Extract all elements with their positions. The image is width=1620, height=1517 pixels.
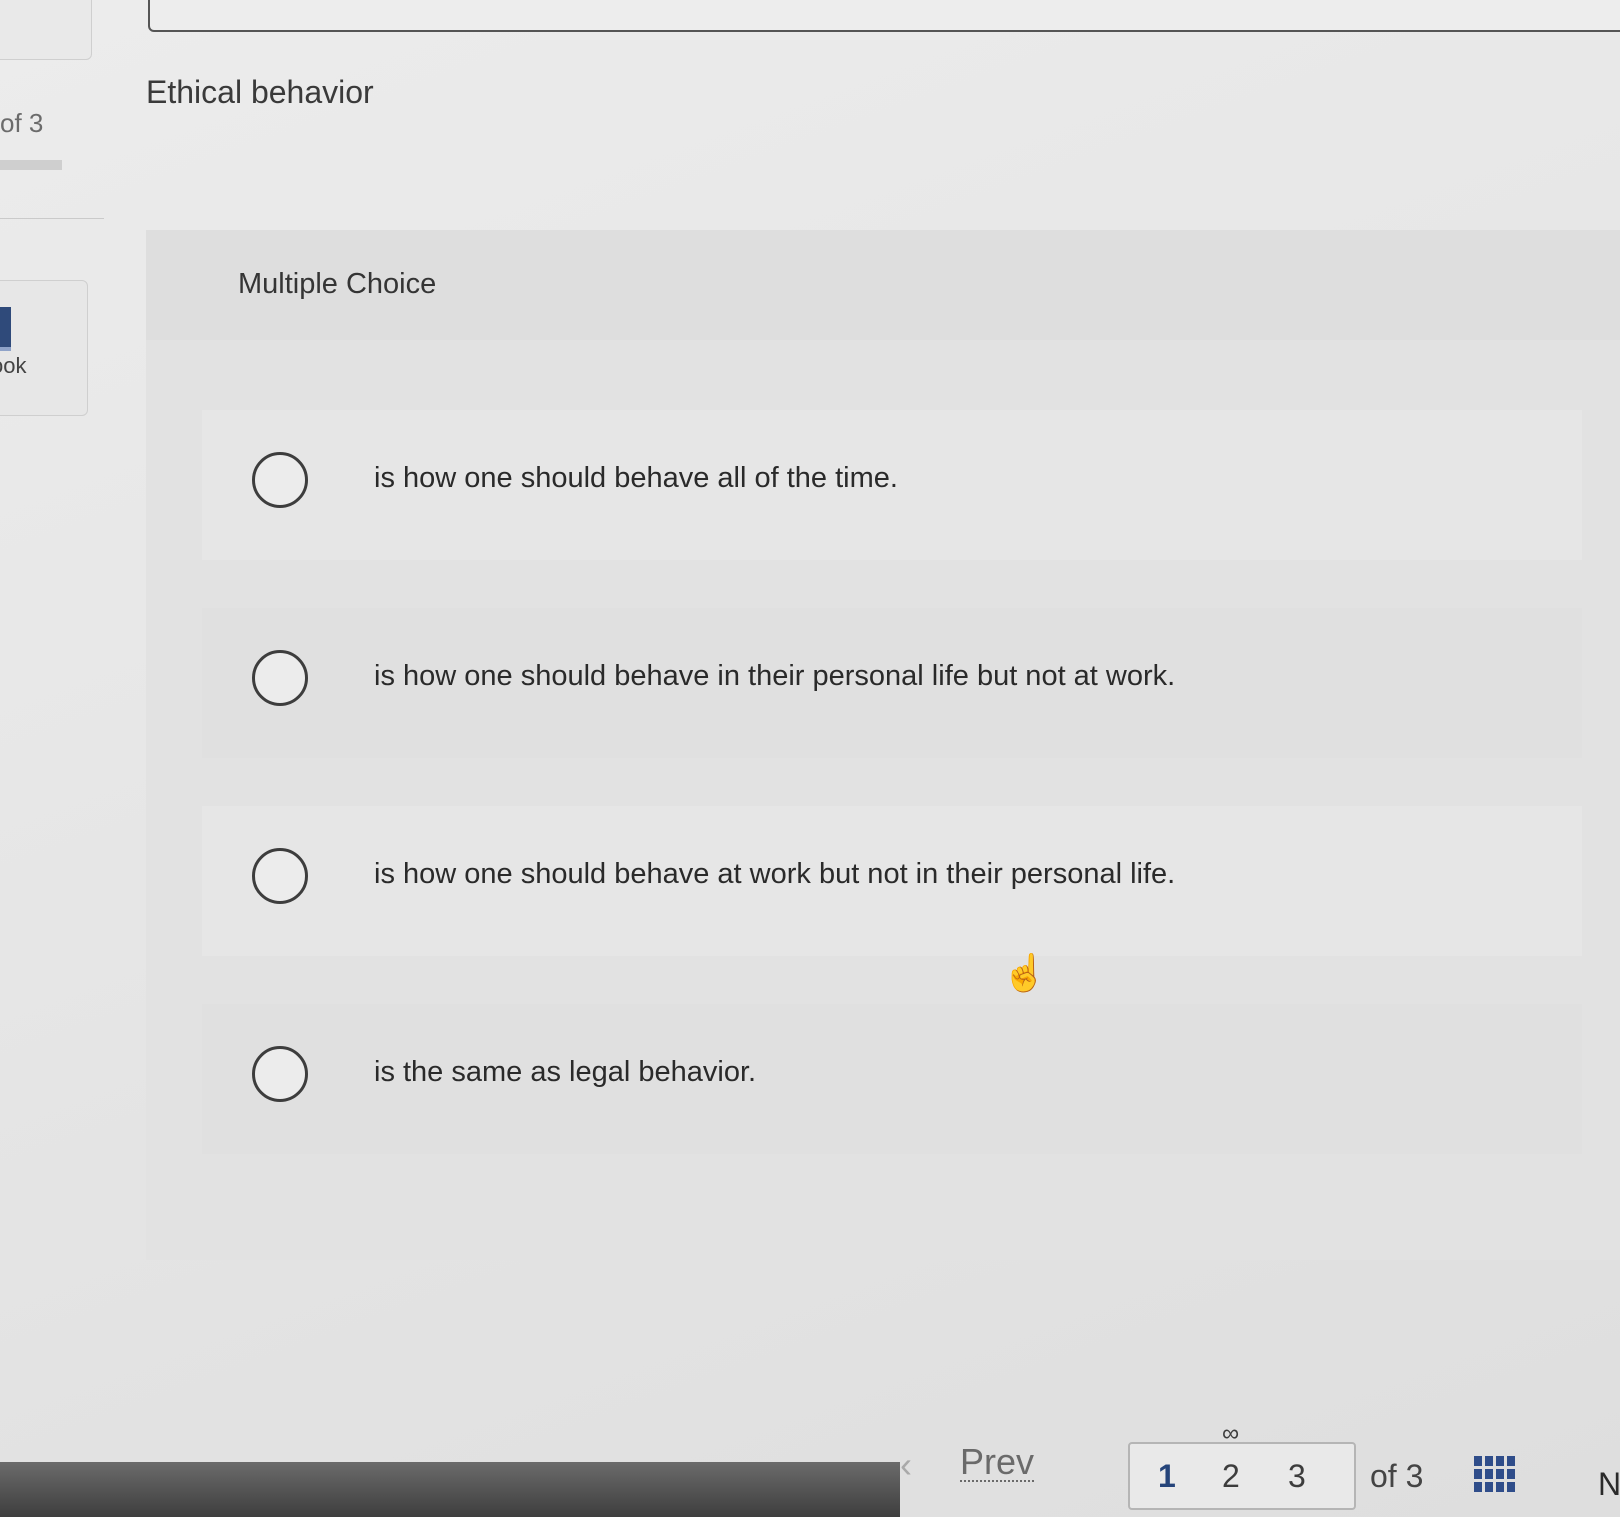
radio-button[interactable] — [252, 1046, 308, 1102]
sidebar-top-tab[interactable] — [0, 0, 92, 60]
answer-text[interactable]: is how one should behave in their person… — [374, 660, 1175, 693]
page-total: of 3 — [1370, 1458, 1424, 1494]
grid-icon[interactable] — [1474, 1456, 1516, 1498]
question-counter: of 3 — [0, 108, 44, 138]
ebook-button[interactable]: ook — [0, 280, 88, 416]
page: of 3 ook Ethical behavior Multiple Choic… — [0, 0, 1620, 1517]
answer-option-3[interactable]: is how one should behave at work but not… — [202, 806, 1582, 956]
radio-button[interactable] — [252, 650, 308, 706]
pagination-bar: ‹ Prev ∞ 1 2 3 of 3 N — [860, 1380, 1620, 1517]
next-button[interactable]: N — [1598, 1466, 1620, 1503]
answer-text[interactable]: is how one should behave at work but not… — [374, 858, 1175, 891]
top-panel — [148, 0, 1620, 32]
page-selector: 1 2 3 — [1128, 1442, 1356, 1510]
ebook-label: ook — [0, 353, 27, 378]
answer-option-4[interactable]: is the same as legal behavior. — [202, 1004, 1582, 1154]
screen-bezel — [0, 1462, 900, 1517]
progress-bar — [0, 160, 62, 170]
answer-text[interactable]: is the same as legal behavior. — [374, 1056, 756, 1089]
book-icon — [0, 307, 11, 351]
answer-option-1[interactable]: is how one should behave all of the time… — [202, 410, 1582, 560]
page-2-button[interactable]: 2 — [1222, 1458, 1240, 1495]
question-title: Ethical behavior — [146, 74, 374, 110]
chevron-left-icon[interactable]: ‹ — [900, 1444, 912, 1486]
page-1-button[interactable]: 1 — [1158, 1458, 1176, 1495]
hand-cursor-icon: ☝ — [1002, 952, 1047, 993]
answer-option-2[interactable]: is how one should behave in their person… — [202, 608, 1582, 758]
left-sidebar: of 3 ook — [0, 0, 104, 1400]
prev-button[interactable]: Prev — [960, 1444, 1035, 1482]
answer-text[interactable]: is how one should behave all of the time… — [374, 462, 898, 495]
radio-button[interactable] — [252, 452, 308, 508]
page-3-button[interactable]: 3 — [1288, 1458, 1306, 1495]
sidebar-divider — [0, 218, 104, 219]
radio-button[interactable] — [252, 848, 308, 904]
question-type-label: Multiple Choice — [238, 268, 437, 300]
question-card: Multiple Choice is how one should behave… — [146, 230, 1620, 1260]
card-header: Multiple Choice — [146, 230, 1620, 340]
